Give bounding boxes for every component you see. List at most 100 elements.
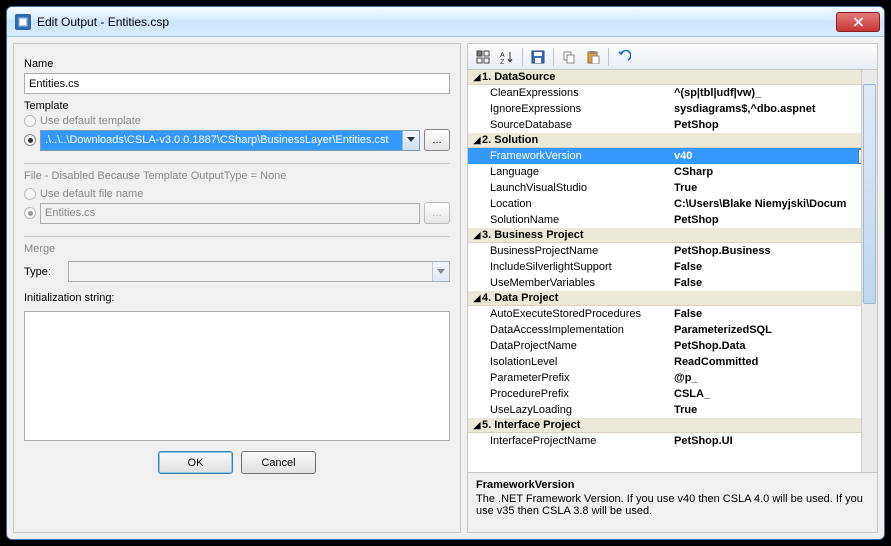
- property-value[interactable]: ParameterizedSQL: [668, 324, 877, 336]
- description-panel: FrameworkVersion The .NET Framework Vers…: [468, 472, 877, 532]
- property-value[interactable]: True: [668, 404, 877, 416]
- template-path-text: .\..\..\Downloads\CSLA-v3.0.0.1887\CShar…: [41, 134, 402, 146]
- property-row[interactable]: AutoExecuteStoredProceduresFalse: [468, 306, 877, 322]
- property-value[interactable]: False: [668, 308, 877, 320]
- property-group-header[interactable]: ◢1. DataSource: [468, 70, 877, 85]
- property-value[interactable]: False: [668, 261, 877, 273]
- property-row[interactable]: ParameterPrefix@p_: [468, 370, 877, 386]
- property-row[interactable]: LanguageCSharp: [468, 164, 877, 180]
- property-row[interactable]: DataProjectNamePetShop.Data: [468, 338, 877, 354]
- file-group-label: File - Disabled Because Template OutputT…: [24, 170, 450, 182]
- property-value[interactable]: ^(sp|tbl|udf|vw)_: [668, 87, 877, 99]
- property-name: DataAccessImplementation: [468, 324, 668, 336]
- property-row[interactable]: IgnoreExpressionssysdiagrams$,^dbo.aspne…: [468, 101, 877, 117]
- property-row[interactable]: InterfaceProjectNamePetShop.UI: [468, 433, 877, 449]
- property-row[interactable]: UseMemberVariablesFalse: [468, 275, 877, 291]
- property-value[interactable]: True: [668, 182, 877, 194]
- property-value[interactable]: C:\Users\Blake Niemyjski\Docum: [668, 198, 877, 210]
- svg-text:Z: Z: [500, 59, 505, 64]
- radio-default-template: [24, 115, 36, 127]
- merge-type-select: [68, 261, 450, 282]
- property-value[interactable]: PetShop.UI: [668, 435, 877, 447]
- separator: [24, 163, 450, 164]
- name-label: Name: [24, 58, 450, 70]
- undo-icon[interactable]: [613, 46, 635, 68]
- toolbar-separator: [553, 48, 554, 66]
- description-title: FrameworkVersion: [476, 479, 869, 491]
- property-row[interactable]: SolutionNamePetShop: [468, 212, 877, 228]
- close-button[interactable]: [836, 12, 880, 32]
- property-value[interactable]: ReadCommitted: [668, 356, 877, 368]
- cancel-button[interactable]: Cancel: [241, 451, 316, 474]
- merge-label: Merge: [24, 243, 450, 255]
- property-row[interactable]: DataAccessImplementationParameterizedSQL: [468, 322, 877, 338]
- init-label: Initialization string:: [24, 292, 450, 304]
- template-path-combo[interactable]: .\..\..\Downloads\CSLA-v3.0.0.1887\CShar…: [40, 130, 420, 151]
- property-value[interactable]: CSharp: [668, 166, 877, 178]
- browse-template-button[interactable]: ...: [424, 129, 450, 151]
- template-label: Template: [24, 100, 450, 112]
- description-body: The .NET Framework Version. If you use v…: [476, 493, 869, 517]
- ok-button[interactable]: OK: [158, 451, 233, 474]
- property-name: FrameworkVersion: [468, 150, 668, 162]
- property-name: IsolationLevel: [468, 356, 668, 368]
- property-row[interactable]: LocationC:\Users\Blake Niemyjski\Docum: [468, 196, 877, 212]
- scrollbar[interactable]: [861, 70, 877, 472]
- property-name: UseLazyLoading: [468, 404, 668, 416]
- property-group-header[interactable]: ◢3. Business Project: [468, 228, 877, 243]
- chevron-down-icon: [432, 262, 449, 281]
- property-value[interactable]: PetShop: [668, 119, 877, 131]
- titlebar[interactable]: Edit Output - Entities.csp: [7, 7, 884, 37]
- property-value[interactable]: False: [668, 277, 877, 289]
- property-row[interactable]: LaunchVisualStudioTrue: [468, 180, 877, 196]
- property-grid[interactable]: ◢1. DataSourceCleanExpressions^(sp|tbl|u…: [468, 70, 877, 472]
- copy-icon[interactable]: [558, 46, 580, 68]
- property-value[interactable]: @p_: [668, 372, 877, 384]
- property-name: SolutionName: [468, 214, 668, 226]
- content-area: Name Template Use default template .\..\…: [7, 37, 884, 539]
- type-label: Type:: [24, 266, 64, 278]
- right-panel: AZ ◢1. DataSourceCleanExp: [467, 43, 878, 533]
- chevron-down-icon[interactable]: [402, 131, 419, 150]
- property-row[interactable]: IsolationLevelReadCommitted: [468, 354, 877, 370]
- save-icon[interactable]: [527, 46, 549, 68]
- alphabetical-icon[interactable]: AZ: [496, 46, 518, 68]
- property-name: InterfaceProjectName: [468, 435, 668, 447]
- property-row[interactable]: ProcedurePrefixCSLA_: [468, 386, 877, 402]
- radio-default-filename-label: Use default file name: [40, 188, 143, 200]
- property-name: UseMemberVariables: [468, 277, 668, 289]
- window-title: Edit Output - Entities.csp: [37, 15, 836, 29]
- property-value[interactable]: PetShop: [668, 214, 877, 226]
- init-string-textarea[interactable]: [24, 311, 450, 441]
- property-row[interactable]: FrameworkVersionv40: [468, 148, 877, 164]
- property-row[interactable]: BusinessProjectNamePetShop.Business: [468, 243, 877, 259]
- browse-file-button: ...: [424, 202, 450, 224]
- scrollbar-thumb[interactable]: [863, 84, 876, 304]
- name-input[interactable]: [24, 73, 450, 94]
- categorized-icon[interactable]: [472, 46, 494, 68]
- radio-custom-template[interactable]: [24, 134, 36, 146]
- property-value[interactable]: CSLA_: [668, 388, 877, 400]
- property-group-header[interactable]: ◢5. Interface Project: [468, 418, 877, 433]
- property-name: ProcedurePrefix: [468, 388, 668, 400]
- property-value[interactable]: PetShop.Business: [668, 245, 877, 257]
- property-value[interactable]: PetShop.Data: [668, 340, 877, 352]
- property-name: BusinessProjectName: [468, 245, 668, 257]
- property-name: IgnoreExpressions: [468, 103, 668, 115]
- dialog-window: Edit Output - Entities.csp Name Template…: [6, 6, 885, 540]
- property-name: AutoExecuteStoredProcedures: [468, 308, 668, 320]
- property-group-header[interactable]: ◢2. Solution: [468, 133, 877, 148]
- property-name: Location: [468, 198, 668, 210]
- property-group-header[interactable]: ◢4. Data Project: [468, 291, 877, 306]
- property-toolbar: AZ: [468, 44, 877, 70]
- property-name: DataProjectName: [468, 340, 668, 352]
- paste-icon[interactable]: [582, 46, 604, 68]
- svg-text:A: A: [500, 52, 505, 59]
- property-name: IncludeSilverlightSupport: [468, 261, 668, 273]
- property-row[interactable]: CleanExpressions^(sp|tbl|udf|vw)_: [468, 85, 877, 101]
- property-value[interactable]: sysdiagrams$,^dbo.aspnet: [668, 103, 877, 115]
- property-row[interactable]: UseLazyLoadingTrue: [468, 402, 877, 418]
- property-row[interactable]: SourceDatabasePetShop: [468, 117, 877, 133]
- property-row[interactable]: IncludeSilverlightSupportFalse: [468, 259, 877, 275]
- property-value[interactable]: v40: [668, 150, 858, 162]
